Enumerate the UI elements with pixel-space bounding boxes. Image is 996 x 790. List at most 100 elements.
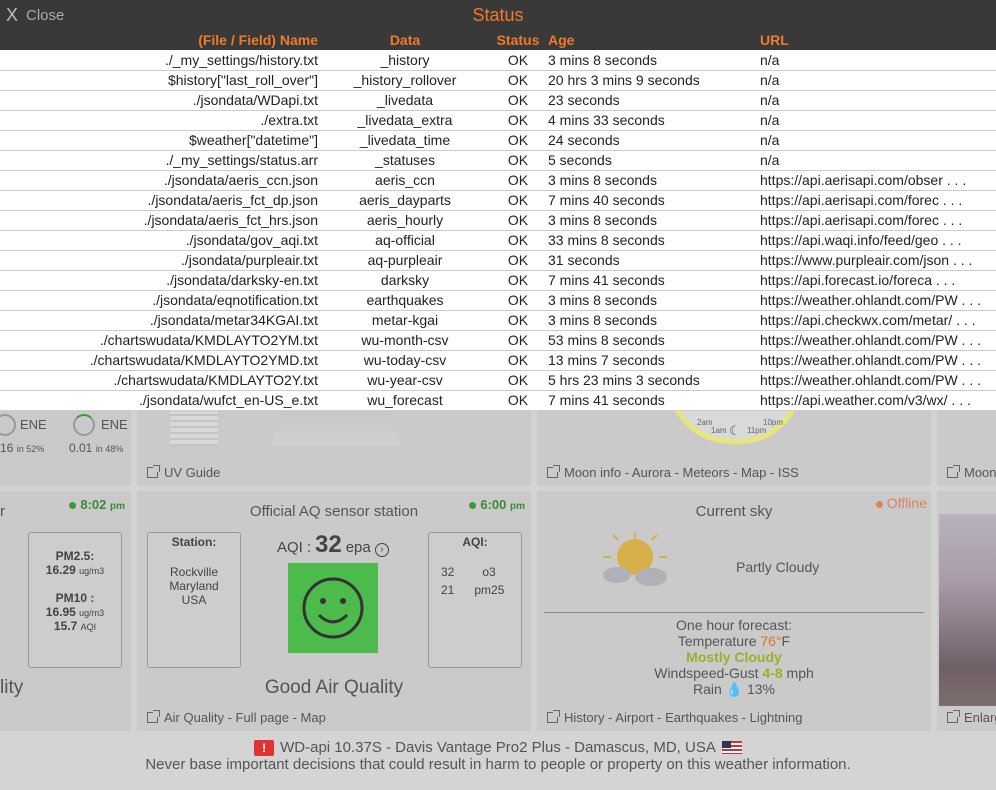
partly-cloudy-icon [603,533,667,586]
row-status: OK [490,170,546,191]
offline-dot-icon [875,500,883,508]
row-url: https://api.forecast.io/foreca . . . [758,270,996,291]
row-age: 3 mins 8 seconds [546,50,758,71]
uv-guide-link[interactable]: UV Guide [147,465,220,480]
status-row: ./_my_settings/history.txt _history OK 3 mi… [0,50,996,71]
moon-right-panel: Moon [937,410,996,486]
row-status: OK [490,50,546,71]
row-data-key: aeris_dayparts [320,190,490,211]
external-link-icon [547,465,560,478]
warning-icon[interactable]: ! [254,739,275,756]
circle-arrow-icon[interactable]: › [374,543,389,557]
row-file-name: ./chartswudata/KMDLAYTO2Y.txt [0,370,320,391]
row-url: https://api.aerisapi.com/forec . . . [758,190,996,211]
row-file-name: $history["last_roll_over"] [0,70,320,91]
forecast-wind-label: Windspeed-Gust [654,665,759,681]
current-sky-panel: Current sky Offline Partly Cloudy One ho… [537,491,931,731]
uv-bar-left [170,410,218,446]
column-header-status: Status [496,32,540,48]
column-header-name: (File / Field) Name [198,32,318,48]
forecast-wind-unit: mph [786,665,814,681]
wind-gauge-1 [0,414,16,436]
row-status: OK [490,270,546,291]
pm10-unit: ug/m3 [79,608,105,618]
row-status: OK [490,150,546,171]
status-row: ./jsondata/darksky-en.txt darksky OK 7 mins… [0,270,996,291]
row-status: OK [490,250,546,271]
wind-value-1: 16 [0,441,14,455]
modal-header: X Close Status [0,0,996,30]
row-status: OK [490,390,546,411]
row-file-name: ./jsondata/aeris_fct_dp.json [0,190,320,211]
uv-panel: UV Guide [137,410,531,486]
pm25-value: 16.29 [45,563,76,577]
wind-value-2: 0.01 [69,441,93,455]
banner-line-1: ! WD-api 10.37S - Davis Vantage Pro2 Plu… [0,739,996,756]
status-modal: X Close Status (File / Field) Name Data … [0,0,996,411]
row-file-name: ./jsondata/aeris_fct_hrs.json [0,210,320,231]
pm10-value-wrap: 16.95 ug/m3 [29,605,121,619]
row-age: 7 mins 41 seconds [546,270,758,291]
wind-pct-2: in 48% [95,444,124,454]
row-data-key: _livedata_extra [320,110,490,131]
raindrop-icon: 💧 [725,681,744,697]
aq-left-time-suffix: pm [110,501,125,512]
station-line-2: Maryland [169,579,219,593]
pm10-value: 16.95 [45,605,76,619]
row-url: n/a [758,150,996,171]
aqi-row-1-key: o3 [482,565,496,579]
aqi-headline: AQI: 32 epa › [277,531,389,559]
forecast-title: One hour forecast: [676,617,792,633]
row-data-key: _history_rollover [320,70,490,91]
row-data-key: _livedata [320,90,490,111]
row-url: https://weather.ohlandt.com/PW . . . [758,370,996,391]
moon-info-label: Moon info - Aurora - Meteors - Map - ISS [564,465,799,480]
row-url: https://api.aerisapi.com/forec . . . [758,210,996,231]
moon-time-11pm: 11pm [747,426,767,435]
forecast-rain: Rain 💧 13% [537,681,931,697]
moon-info-link[interactable]: Moon info - Aurora - Meteors - Map - ISS [547,465,799,480]
external-link-icon [147,710,160,723]
row-file-name: ./jsondata/aeris_ccn.json [0,170,320,191]
footer-banner: ! WD-api 10.37S - Davis Vantage Pro2 Plu… [0,736,996,790]
row-status: OK [490,90,546,111]
row-url: https://api.waqi.info/feed/geo . . . [758,230,996,251]
webcam-image[interactable] [939,514,996,706]
status-row: ./jsondata/gov_aqi.txt aq-official OK 33 mi… [0,230,996,251]
history-link[interactable]: History - Airport - Earthquakes - Lightn… [547,710,802,725]
wind-gauge-2 [73,414,95,436]
pm10-aqi: 15.7 [53,619,78,633]
aq-left-time-value: 8:02 [80,497,107,512]
row-data-key: earthquakes [320,290,490,311]
aq-official-panel: Official AQ sensor station 6:00 pm Stati… [137,491,531,731]
online-dot-icon [69,502,77,510]
row-status: OK [490,350,546,371]
disclaimer: Never base important decisions that coul… [145,756,851,773]
external-link-icon [947,465,960,478]
pm25-unit: ug/m3 [79,566,105,576]
status-row: ./chartswudata/KMDLAYTO2YM.txt wu-month-c… [0,330,996,351]
row-url: https://api.weather.com/v3/wx/ . . . [758,390,996,411]
forecast-condition: Mostly Cloudy [686,649,782,665]
wind-value-1-wrap: 16 in 52% [0,441,44,455]
webcam-enlarge-link[interactable]: Enlarg [947,710,996,725]
external-link-icon [947,710,960,723]
row-data-key: _history [320,50,490,71]
row-status: OK [490,290,546,311]
forecast-wind: Windspeed-Gust 4-8 mph [537,665,931,681]
us-flag-icon [721,741,742,754]
moon-right-link[interactable]: Moon [947,465,996,480]
air-quality-link[interactable]: Air Quality - Full page - Map [147,710,326,725]
column-header-data: Data [389,32,421,48]
row-status: OK [490,310,546,331]
status-table-body: ./_my_settings/history.txt _history OK 3 mi… [0,50,996,411]
row-file-name: ./chartswudata/KMDLAYTO2YMD.txt [0,350,320,371]
aq-official-time-value: 6:00 [480,497,507,512]
row-data-key: aeris_ccn [320,170,490,191]
status-row: ./jsondata/aeris_fct_dp.json aeris_daypar… [0,190,996,211]
moon-right-label: Moon [964,465,996,480]
status-table: (File / Field) Name Data Status Age URL … [0,30,996,411]
row-file-name: ./extra.txt [0,110,320,131]
row-age: 5 seconds [546,150,758,171]
row-url: n/a [758,70,996,91]
